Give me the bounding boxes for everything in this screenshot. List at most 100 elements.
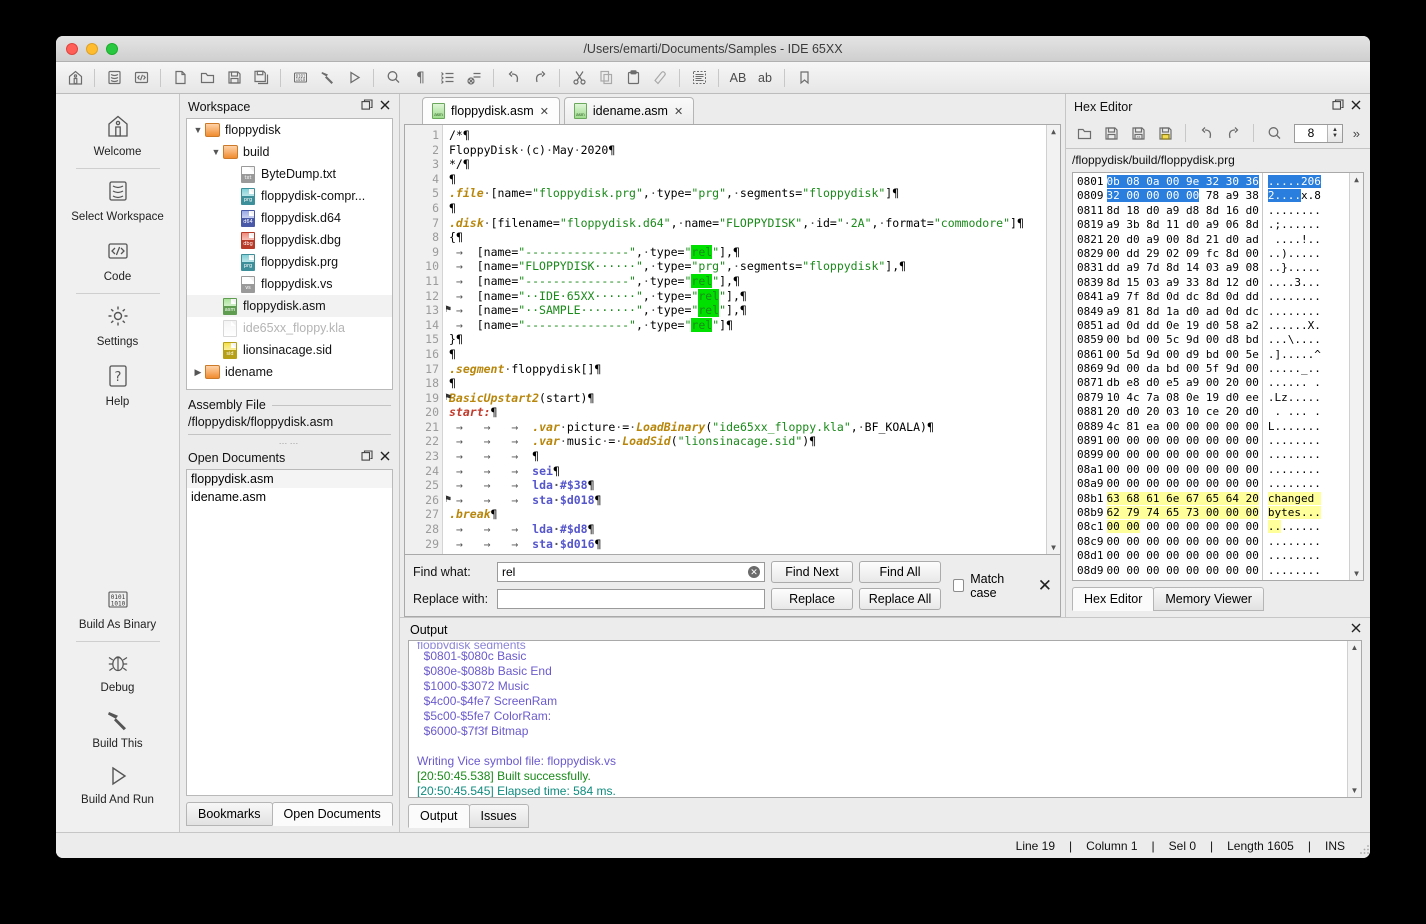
replace-input[interactable]: [497, 589, 765, 609]
rail-item-settings[interactable]: Settings: [56, 296, 179, 356]
output-tab-issues[interactable]: Issues: [468, 804, 529, 828]
resize-grip[interactable]: [1352, 843, 1369, 855]
hex-ascii[interactable]: .Lz.....: [1268, 391, 1321, 405]
hex-grid[interactable]: 0801 0809 0811 0819 0821 0829 0831 0839 0841 0849…: [1072, 172, 1364, 581]
search-icon[interactable]: [380, 65, 406, 91]
eraser-icon[interactable]: [647, 65, 673, 91]
clear-list-icon[interactable]: [461, 65, 487, 91]
hex-ascii[interactable]: ........: [1268, 549, 1321, 563]
hex-bytes[interactable]: 00 5d 9d 00 d9 bd 00 5e: [1107, 348, 1259, 362]
hex-bytes[interactable]: 20 d0 20 03 10 ce 20 d0: [1107, 405, 1259, 419]
open-document-item[interactable]: idename.asm: [187, 488, 392, 506]
open-folder-icon[interactable]: [194, 65, 220, 91]
hex-bytes-column[interactable]: 0b 08 0a 00 9e 32 30 36 32 00 00 00 00 78…: [1104, 173, 1259, 580]
output-tab-output[interactable]: Output: [408, 804, 470, 828]
find-input[interactable]: rel ✕: [497, 562, 765, 582]
tree-item[interactable]: vs floppydisk.vs: [187, 273, 392, 295]
editor-tab[interactable]: floppydisk.asm ✕: [422, 97, 560, 124]
rail-item-build-and-run[interactable]: Build And Run: [56, 758, 179, 814]
format-icon[interactable]: [686, 65, 712, 91]
hex-bytes[interactable]: 00 00 00 00 00 00 00 00: [1107, 564, 1259, 578]
hex-ascii[interactable]: .].....^: [1268, 348, 1321, 362]
code-icon[interactable]: [128, 65, 154, 91]
open-icon[interactable]: [1072, 121, 1096, 145]
run-icon[interactable]: [341, 65, 367, 91]
hex-bytes[interactable]: 8d 15 03 a9 33 8d 12 d0: [1107, 276, 1259, 290]
find-all-button[interactable]: Find All: [859, 561, 941, 583]
hex-ascii[interactable]: ........: [1267, 520, 1321, 534]
hex-bytes[interactable]: a9 81 8d 1a d0 ad 0d dc: [1107, 305, 1259, 319]
editor-code[interactable]: /*¶ FloppyDisk·(c)·May·2020¶ */¶ ¶ .file·[na…: [443, 125, 1046, 554]
hex-bytes[interactable]: 00 00 00 00 00 00 00 00: [1107, 477, 1259, 491]
editor-tab[interactable]: idename.asm ✕: [563, 97, 695, 124]
tree-item[interactable]: prg floppydisk-compr...: [187, 185, 392, 207]
workspace-tree[interactable]: ▼ floppydisk ▼ build txt ByteDump.txt prg flopp…: [186, 118, 393, 390]
hex-bytes[interactable]: 8d 18 d0 a9 d8 8d 16 d0: [1107, 204, 1259, 218]
tree-item[interactable]: ▼ floppydisk: [187, 119, 392, 141]
database-icon[interactable]: [101, 65, 127, 91]
stepper-arrows-icon[interactable]: ▲ ▼: [1327, 124, 1342, 142]
scroll-down-arrow[interactable]: ▼: [1051, 543, 1056, 552]
hex-bytes[interactable]: 00 00 00 00 00 00 00 00: [1107, 448, 1259, 462]
float-panel-icon[interactable]: [1332, 99, 1344, 114]
undo-icon[interactable]: [1194, 121, 1218, 145]
save-all-icon[interactable]: [248, 65, 274, 91]
cut-icon[interactable]: [566, 65, 592, 91]
save-icon[interactable]: [221, 65, 247, 91]
paste-icon[interactable]: [620, 65, 646, 91]
toolbar-overflow-icon[interactable]: »: [1353, 126, 1364, 141]
clear-find-icon[interactable]: ✕: [748, 566, 760, 578]
hex-ascii[interactable]: changed: [1267, 491, 1321, 506]
replace-all-button[interactable]: Replace All: [859, 588, 941, 610]
hex-bytes[interactable]: 4c 81 ea 00 00 00 00 00: [1107, 420, 1259, 434]
close-find-bar-icon[interactable]: ✕: [1038, 576, 1052, 596]
rail-item-code[interactable]: Code: [56, 231, 179, 291]
bookmark-icon[interactable]: [791, 65, 817, 91]
close-panel-icon[interactable]: [379, 99, 391, 114]
hex-ascii[interactable]: L.......: [1268, 420, 1321, 434]
save-all-icon[interactable]: [1153, 121, 1177, 145]
open-document-item[interactable]: floppydisk.asm: [187, 470, 392, 488]
build-as-binary-icon[interactable]: 0101 1010: [287, 65, 313, 91]
chevron-right-icon[interactable]: ▶: [191, 367, 205, 378]
hex-ascii[interactable]: ........: [1268, 564, 1321, 578]
hex-bytes[interactable]: 63 68 61 6e 67 65 64 20: [1106, 491, 1259, 506]
rail-item-select-workspace[interactable]: Select Workspace: [56, 171, 179, 231]
hex-ascii[interactable]: bytes...: [1267, 505, 1321, 520]
hex-ascii[interactable]: ..).....: [1268, 247, 1321, 261]
hex-ascii[interactable]: ...\....: [1268, 333, 1321, 347]
tree-item[interactable]: sid lionsinacage.sid: [187, 339, 392, 361]
bytes-per-row-stepper[interactable]: 8 ▲ ▼: [1294, 123, 1343, 143]
left-panel-tab-bookmarks[interactable]: Bookmarks: [186, 802, 273, 826]
find-next-button[interactable]: Find Next: [771, 561, 853, 583]
redo-icon[interactable]: [1221, 121, 1245, 145]
close-panel-icon[interactable]: [1350, 99, 1362, 114]
scroll-down-arrow[interactable]: ▼: [1351, 786, 1359, 795]
hex-ascii[interactable]: ........: [1268, 290, 1321, 304]
hex-bytes[interactable]: a9 7f 8d 0d dc 8d 0d dd: [1107, 290, 1259, 304]
hex-bytes[interactable]: 9d 00 da bd 00 5f 9d 00: [1107, 362, 1259, 376]
hex-bytes[interactable]: 62 79 74 65 73 00 00 00: [1106, 505, 1259, 520]
editor-vertical-scrollbar[interactable]: ▲ ▼: [1046, 125, 1060, 554]
tree-item[interactable]: asm floppydisk.asm: [187, 295, 392, 317]
copy-icon[interactable]: [593, 65, 619, 91]
hex-bytes[interactable]: 32 00 00 00 00 78 a9 38: [1106, 189, 1259, 203]
scroll-up-arrow[interactable]: ▲: [1354, 175, 1359, 184]
rail-item-build-as-binary[interactable]: 0101 1010 Build As Binary: [56, 581, 179, 639]
bookmark-icon[interactable]: ⚑: [445, 303, 451, 318]
build-hammer-icon[interactable]: [314, 65, 340, 91]
close-tab-icon[interactable]: ✕: [674, 105, 683, 118]
hex-ascii[interactable]: ........: [1268, 463, 1321, 477]
save-as-icon[interactable]: as: [1126, 121, 1150, 145]
redo-icon[interactable]: [527, 65, 553, 91]
hex-ascii[interactable]: 2....x.8: [1267, 189, 1321, 203]
hex-bytes[interactable]: 0b 08 0a 00 9e 32 30 36: [1106, 175, 1259, 189]
hex-ascii[interactable]: ........: [1268, 434, 1321, 448]
scroll-up-arrow[interactable]: ▲: [1351, 643, 1359, 652]
hex-bytes[interactable]: 00 00 00 00 00 00 00 00: [1107, 549, 1259, 563]
float-panel-icon[interactable]: [361, 99, 373, 114]
hex-ascii[interactable]: .....206: [1267, 175, 1321, 189]
hex-ascii[interactable]: ....!..: [1268, 233, 1321, 247]
hex-bytes[interactable]: 00 00 00 00 00 00 00 00: [1107, 535, 1259, 549]
tree-item[interactable]: ▼ build: [187, 141, 392, 163]
